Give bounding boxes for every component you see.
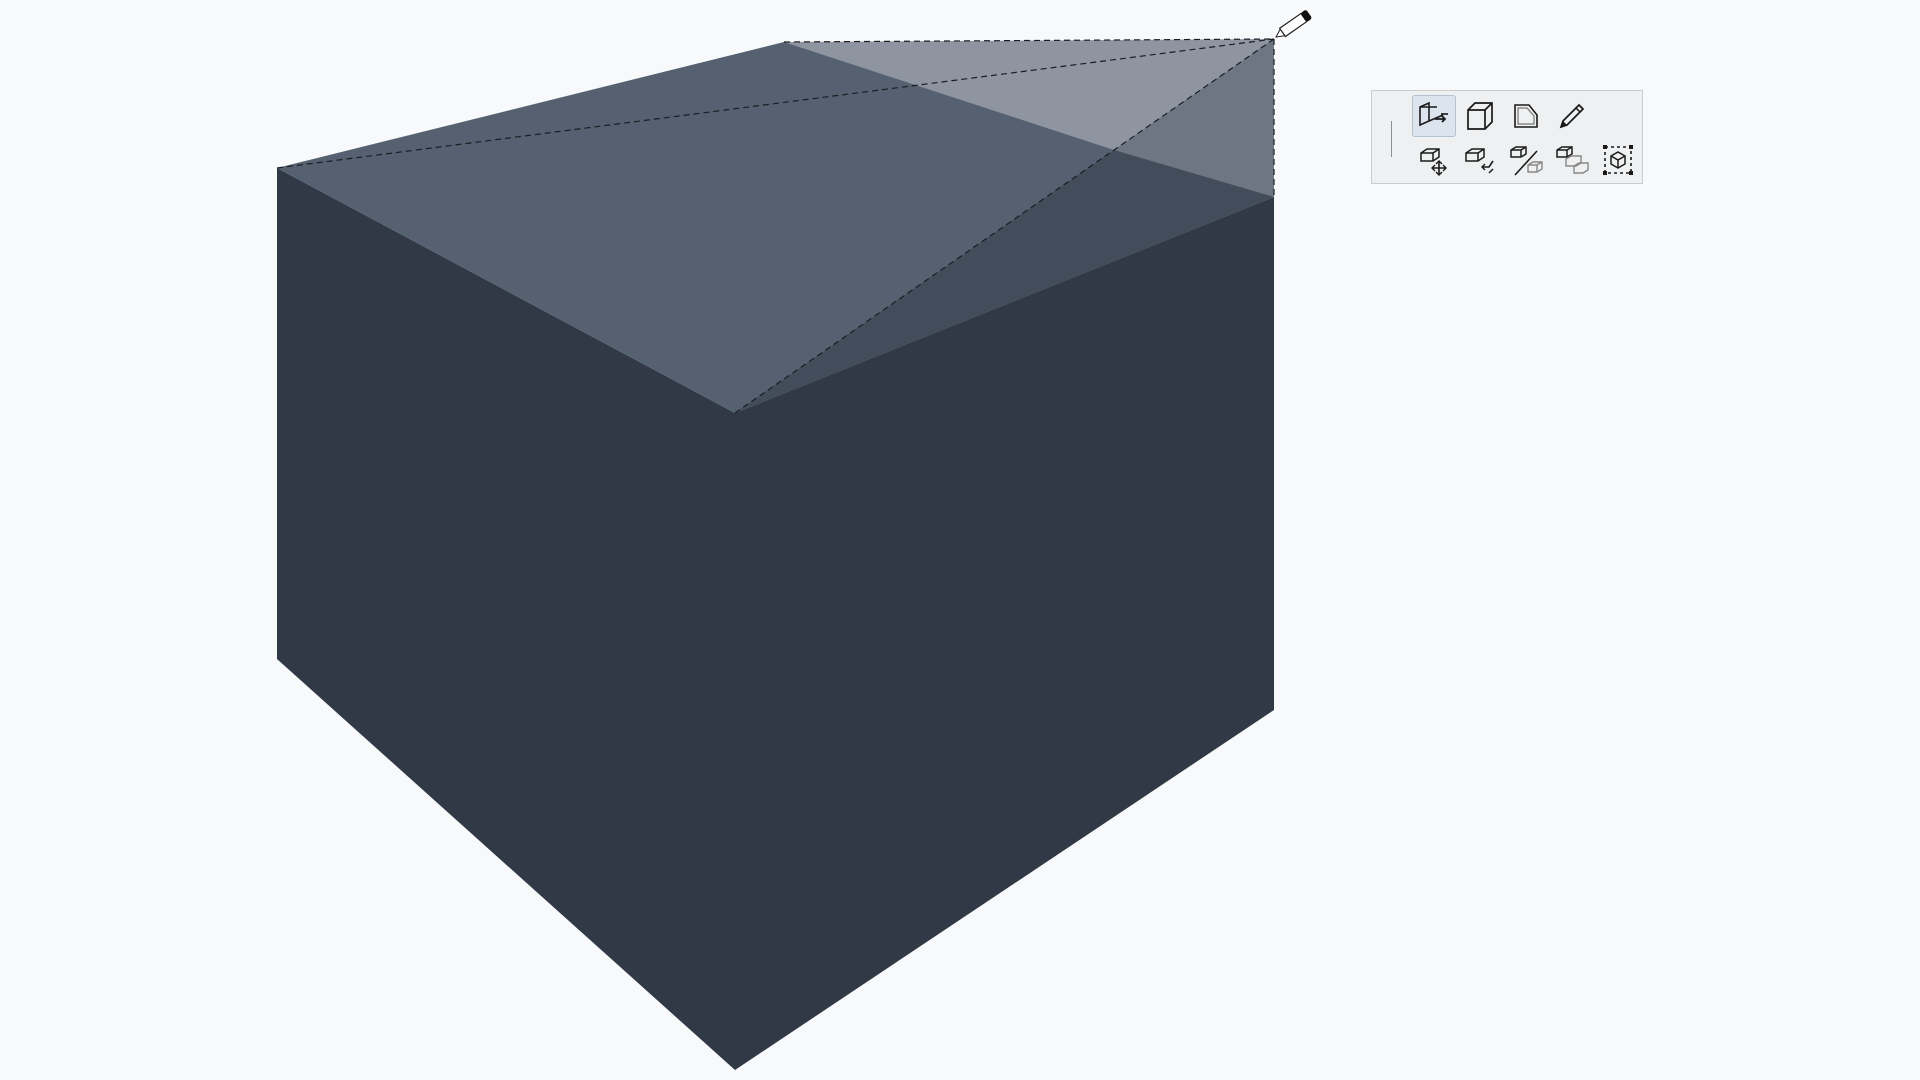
shape-edit-button[interactable]: [1504, 95, 1548, 137]
bounding-box-icon: [1603, 145, 1633, 175]
rotate-button[interactable]: [1458, 139, 1502, 181]
rotate-object-icon: [1465, 148, 1494, 174]
push-pull-button[interactable]: [1412, 95, 1456, 137]
move-button[interactable]: [1412, 139, 1456, 181]
pencil-icon: [1559, 103, 1585, 129]
copy-array-icon: [1556, 146, 1589, 174]
move-object-icon: [1420, 148, 1447, 176]
pencil-button[interactable]: [1550, 95, 1594, 137]
bounding-box-button[interactable]: [1596, 139, 1640, 181]
push-pull-icon: [1419, 101, 1448, 127]
mirror-button[interactable]: [1504, 139, 1548, 181]
solid-box-button[interactable]: [1458, 95, 1502, 137]
copy-array-button[interactable]: [1550, 139, 1594, 181]
mirror-object-icon: [1510, 146, 1543, 176]
face-chamfer-icon: [1514, 104, 1538, 128]
pencil-cursor-icon: [1275, 10, 1312, 38]
modeling-toolbar: [1371, 90, 1643, 184]
toolbar-grip[interactable]: [1391, 121, 1392, 157]
box-icon: [1467, 102, 1493, 130]
3d-viewport[interactable]: [0, 0, 1920, 1080]
